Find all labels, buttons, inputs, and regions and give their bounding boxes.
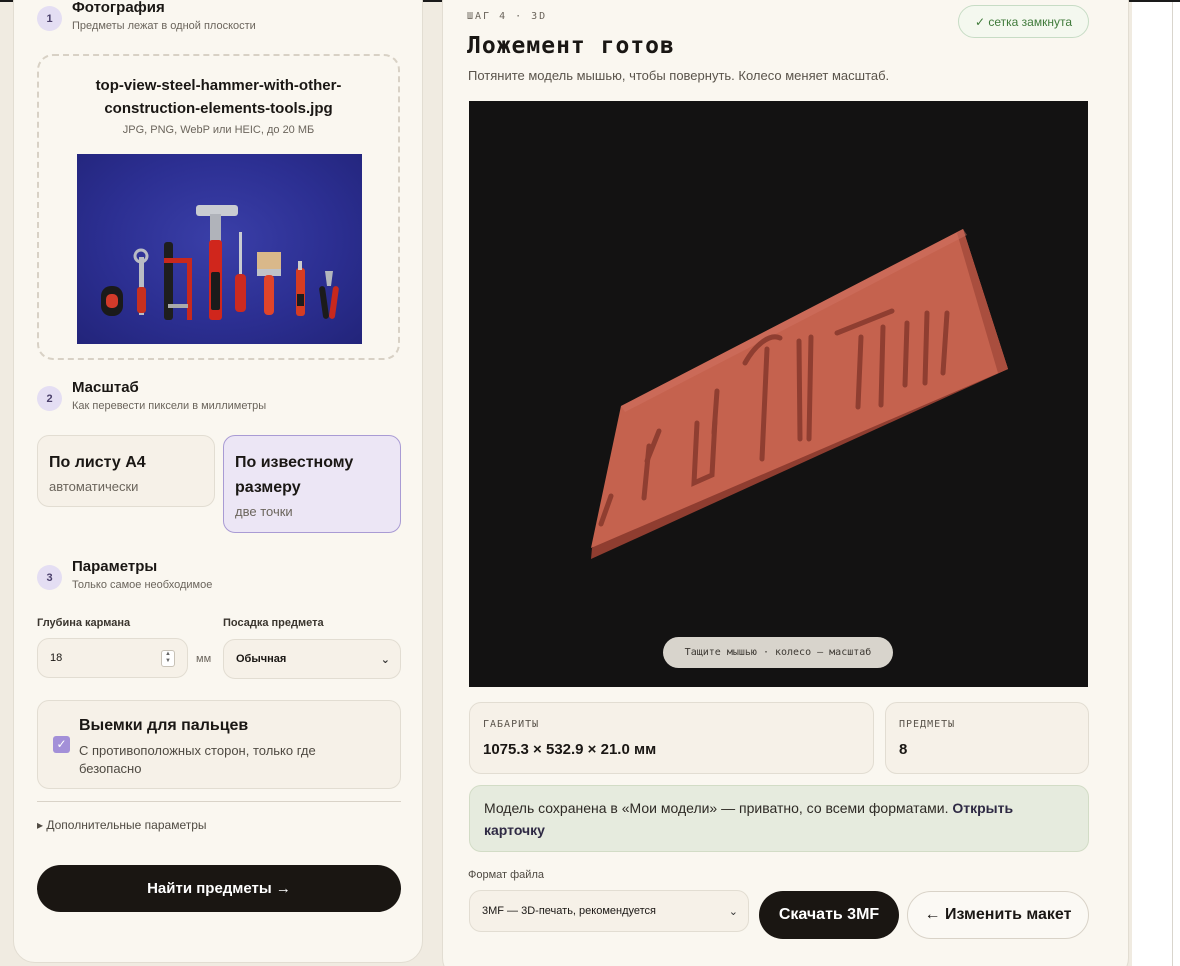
finger-cutouts-title: Выемки для пальцев bbox=[79, 717, 249, 734]
step-label: ШАГ 4 · 3D bbox=[467, 11, 548, 22]
page-title: Ложемент готов bbox=[467, 33, 675, 59]
depth-unit: мм bbox=[196, 653, 212, 665]
step-subtitle: Только самое необходимое bbox=[72, 579, 213, 591]
find-items-button[interactable]: Найти предметы → bbox=[37, 865, 401, 912]
screwdriver-tool bbox=[235, 232, 246, 312]
depth-value: 18 bbox=[50, 652, 63, 664]
step-title: Масштаб bbox=[72, 379, 139, 396]
step-photo: 1 Фотография Предметы лежат в одной плос… bbox=[37, 0, 256, 32]
wrench-tool bbox=[133, 248, 149, 315]
scale-option-title: По листу A4 bbox=[49, 454, 146, 471]
page-subtitle: Потяните модель мышью, чтобы повернуть. … bbox=[468, 68, 890, 83]
fit-value: Обычная bbox=[236, 653, 287, 665]
step-subtitle: Как перевести пиксели в миллиметры bbox=[72, 400, 267, 412]
depth-input[interactable]: 18 ▲ ▼ bbox=[37, 638, 188, 678]
advanced-params-toggle[interactable]: ▸ Дополнительные параметры bbox=[37, 818, 207, 832]
items-stat: ПРЕДМЕТЫ 8 bbox=[885, 702, 1089, 774]
scale-option-subtitle: автоматически bbox=[49, 479, 139, 494]
insert-model bbox=[591, 229, 1008, 559]
edit-layout-button[interactable]: ← Изменить макет bbox=[907, 891, 1089, 939]
viewer-hint: Тащите мышью · колесо — масштаб bbox=[663, 637, 893, 668]
step-subtitle: Предметы лежат в одной плоскости bbox=[72, 20, 256, 32]
finger-cutouts-subtitle: С противоположных сторон, только где без… bbox=[79, 743, 316, 776]
page-gutter bbox=[1132, 2, 1180, 966]
fit-select[interactable]: Обычная ⌄ bbox=[223, 639, 401, 679]
format-value: 3MF — 3D-печать, рекомендуется bbox=[482, 905, 656, 917]
items-value: 8 bbox=[899, 741, 908, 758]
uploaded-photo-preview bbox=[77, 154, 362, 344]
saved-notice: Модель сохранена в «Мои модели» — приват… bbox=[469, 785, 1089, 852]
photo-dropzone[interactable]: top-view-steel-hammer-with-other-constru… bbox=[37, 54, 400, 360]
step-title: Параметры bbox=[72, 558, 158, 575]
step-number: 2 bbox=[37, 386, 62, 411]
chevron-down-icon: ⌄ bbox=[728, 905, 738, 918]
upload-hint: JPG, PNG, WebP или HEIC, до 20 МБ bbox=[122, 124, 315, 136]
scale-option-title: По известному размеру bbox=[235, 454, 354, 496]
finger-cutouts-option[interactable]: ✓ Выемки для пальцев С противоположных с… bbox=[37, 700, 401, 789]
format-label: Формат файла bbox=[468, 869, 544, 881]
result-panel: ШАГ 4 · 3D ✓ сетка замкнута Ложемент гот… bbox=[442, 0, 1129, 966]
upload-filename: top-view-steel-hammer-with-other-constru… bbox=[95, 77, 342, 117]
divider bbox=[37, 801, 401, 802]
dimensions-label: ГАБАРИТЫ bbox=[483, 719, 540, 730]
step-number: 3 bbox=[37, 565, 62, 590]
scale-option-subtitle: две точки bbox=[235, 504, 293, 519]
step-number: 1 bbox=[37, 6, 62, 31]
hammer-tool bbox=[196, 205, 238, 320]
items-label: ПРЕДМЕТЫ bbox=[899, 719, 956, 730]
chevron-down-icon: ⌄ bbox=[380, 653, 390, 666]
hacksaw-tool bbox=[164, 242, 192, 320]
mesh-closed-badge: ✓ сетка замкнута bbox=[958, 5, 1089, 38]
scale-option-known-size[interactable]: По известному размеру две точки bbox=[223, 435, 401, 533]
depth-label: Глубина кармана bbox=[37, 617, 131, 629]
finger-cutouts-checkbox[interactable]: ✓ bbox=[53, 736, 70, 753]
step-scale: 2 Масштаб Как перевести пиксели в миллим… bbox=[37, 379, 266, 412]
dimensions-stat: ГАБАРИТЫ 1075.3 × 532.9 × 21.0 мм bbox=[469, 702, 874, 774]
paint-brush-tool bbox=[257, 252, 281, 315]
3d-model-viewer[interactable]: Тащите мышью · колесо — масштаб bbox=[469, 101, 1088, 687]
saved-text: Модель сохранена в «Мои модели» — приват… bbox=[484, 800, 949, 816]
download-button[interactable]: Скачать 3MF bbox=[759, 891, 899, 939]
settings-panel: 1 Фотография Предметы лежат в одной плос… bbox=[13, 0, 423, 963]
depth-stepper[interactable]: ▲ ▼ bbox=[161, 650, 175, 667]
pliers-tool bbox=[319, 271, 339, 319]
tape-measure-tool bbox=[101, 286, 123, 316]
dimensions-value: 1075.3 × 532.9 × 21.0 мм bbox=[483, 741, 657, 758]
scale-option-a4[interactable]: По листу A4 автоматически bbox=[37, 435, 215, 507]
step-title: Фотография bbox=[72, 0, 165, 16]
utility-knife-tool bbox=[296, 261, 305, 316]
format-select[interactable]: 3MF — 3D-печать, рекомендуется ⌄ bbox=[469, 890, 749, 932]
fit-label: Посадка предмета bbox=[223, 617, 324, 629]
step-parameters: 3 Параметры Только самое необходимое bbox=[37, 558, 212, 591]
